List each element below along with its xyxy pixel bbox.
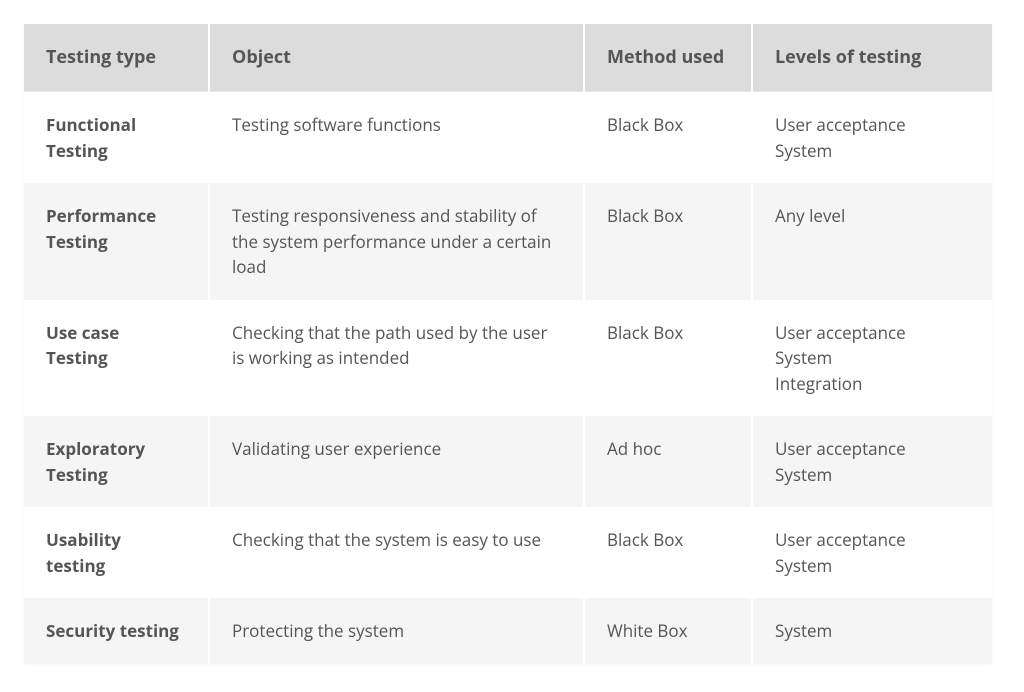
levels-line: Any level (775, 203, 968, 229)
levels-line: User acceptance (775, 436, 968, 462)
cell-method: Black Box (584, 183, 752, 300)
cell-object: Checking that the path used by the user … (209, 300, 584, 417)
table-row: Security testingProtecting the systemWhi… (24, 598, 992, 664)
levels-line: System (775, 553, 968, 579)
table-row: Usability testingChecking that the syste… (24, 507, 992, 598)
table-row: Performance TestingTesting responsivenes… (24, 183, 992, 300)
table-row: Functional TestingTesting software funct… (24, 92, 992, 184)
cell-levels: User acceptanceSystem (752, 507, 992, 598)
levels-line: System (775, 345, 968, 371)
table-row: Use case TestingChecking that the path u… (24, 300, 992, 417)
header-method: Method used (584, 24, 752, 92)
cell-method: Black Box (584, 507, 752, 598)
levels-line: User acceptance (775, 527, 968, 553)
header-object: Object (209, 24, 584, 92)
levels-line: System (775, 618, 968, 644)
cell-levels: System (752, 598, 992, 664)
table-row: Exploratory TestingValidating user exper… (24, 416, 992, 507)
cell-testing-type: Usability testing (24, 507, 209, 598)
cell-levels: User acceptanceSystem (752, 416, 992, 507)
testing-types-table: Testing type Object Method used Levels o… (24, 24, 992, 664)
table: Testing type Object Method used Levels o… (24, 24, 992, 664)
levels-line: User acceptance (775, 320, 968, 346)
cell-object: Testing software functions (209, 92, 584, 184)
cell-testing-type: Security testing (24, 598, 209, 664)
cell-object: Protecting the system (209, 598, 584, 664)
table-header-row: Testing type Object Method used Levels o… (24, 24, 992, 92)
cell-levels: User acceptanceSystemIntegration (752, 300, 992, 417)
header-levels: Levels of testing (752, 24, 992, 92)
table-body: Functional TestingTesting software funct… (24, 92, 992, 664)
cell-method: Ad hoc (584, 416, 752, 507)
cell-testing-type: Use case Testing (24, 300, 209, 417)
cell-object: Validating user experience (209, 416, 584, 507)
header-testing-type: Testing type (24, 24, 209, 92)
cell-object: Testing responsiveness and stability of … (209, 183, 584, 300)
levels-line: Integration (775, 371, 968, 397)
cell-testing-type: Performance Testing (24, 183, 209, 300)
levels-line: User acceptance (775, 112, 968, 138)
cell-testing-type: Exploratory Testing (24, 416, 209, 507)
levels-line: System (775, 462, 968, 488)
cell-method: Black Box (584, 92, 752, 184)
cell-levels: Any level (752, 183, 992, 300)
cell-method: White Box (584, 598, 752, 664)
cell-testing-type: Functional Testing (24, 92, 209, 184)
cell-method: Black Box (584, 300, 752, 417)
cell-object: Checking that the system is easy to use (209, 507, 584, 598)
levels-line: System (775, 138, 968, 164)
cell-levels: User acceptanceSystem (752, 92, 992, 184)
